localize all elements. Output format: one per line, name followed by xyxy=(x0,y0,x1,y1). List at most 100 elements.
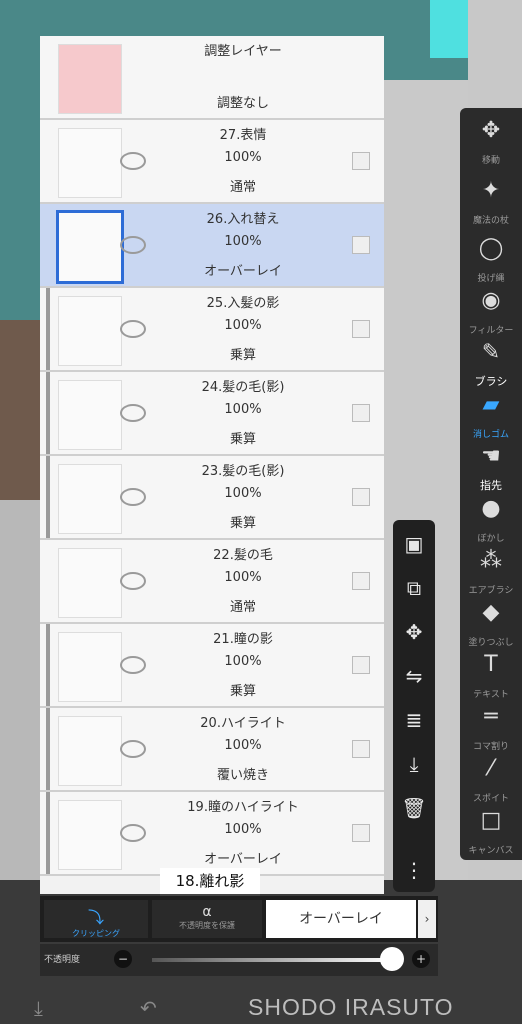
flip-layer-icon[interactable]: ⇋ xyxy=(393,656,435,696)
watermark: SHODO IRASUTO xyxy=(248,994,454,1020)
layer-checkbox[interactable] xyxy=(352,740,370,758)
clipping-button[interactable]: ⤵ クリッピング xyxy=(44,900,148,938)
clipping-indicator xyxy=(46,456,50,538)
layer-blend-mode: 乗算 xyxy=(229,348,256,363)
eye-icon[interactable] xyxy=(120,404,146,422)
layer-thumbnail xyxy=(58,464,122,534)
layer-opacity: 100% xyxy=(224,318,262,333)
fill-icon: ◆ xyxy=(482,600,500,625)
layer-thumbnail xyxy=(58,128,122,198)
protect-alpha-label: 不透明度を保護 xyxy=(179,921,235,930)
layer-blend-mode: 乗算 xyxy=(229,684,256,699)
layer-panel: 調整レイヤー 調整なし 27.表情 100% 通常 26.入れ替え 100% オ… xyxy=(40,36,384,894)
eye-icon[interactable] xyxy=(120,740,146,758)
layer-name: 19.瞳のハイライト xyxy=(187,800,299,815)
layer-row[interactable]: 19.瞳のハイライト 100% オーバーレイ xyxy=(40,792,384,876)
blur-icon: ● xyxy=(481,496,501,521)
clipping-label: クリッピング xyxy=(72,929,120,938)
layer-row[interactable]: 21.瞳の影 100% 乗算 xyxy=(40,624,384,708)
layer-checkbox[interactable] xyxy=(352,320,370,338)
opacity-slider-knob[interactable] xyxy=(380,947,404,971)
layer-row-selected[interactable]: 26.入れ替え 100% オーバーレイ xyxy=(40,204,384,288)
chevron-right-icon[interactable]: › xyxy=(418,900,436,938)
opacity-slider-track[interactable] xyxy=(152,958,392,962)
layer-blend-mode: 通常 xyxy=(229,180,256,195)
minus-icon[interactable]: − xyxy=(114,950,132,968)
drag-layer-caption: 18.離れ影 xyxy=(160,868,260,896)
layer-blend-mode: 調整なし xyxy=(216,96,269,111)
layer-row[interactable]: 22.髪の毛 100% 通常 xyxy=(40,540,384,624)
layer-thumbnail xyxy=(58,548,122,618)
layer-thumbnail xyxy=(58,800,122,870)
brush-icon: ✎ xyxy=(481,340,501,365)
move-icon: ✥ xyxy=(481,118,501,143)
layer-blend-mode: オーバーレイ xyxy=(204,852,282,867)
layer-name: 22.髪の毛 xyxy=(213,548,273,563)
magic-wand-icon: ✦ xyxy=(481,178,501,203)
plus-icon[interactable]: + xyxy=(412,950,430,968)
layer-opacity: 100% xyxy=(224,150,262,165)
layer-name: 26.入れ替え xyxy=(206,212,280,227)
layer-blend-mode: オーバーレイ xyxy=(204,264,282,279)
move-layer-icon[interactable]: ✥ xyxy=(393,612,435,652)
layer-opacity: 100% xyxy=(224,486,262,501)
eye-icon[interactable] xyxy=(120,152,146,170)
layer-row[interactable]: 24.髪の毛(影) 100% 乗算 xyxy=(40,372,384,456)
eye-icon[interactable] xyxy=(120,572,146,590)
download-icon[interactable]: ⤓ xyxy=(34,996,43,1020)
layer-blend-mode: 乗算 xyxy=(229,516,256,531)
layer-checkbox[interactable] xyxy=(352,236,370,254)
layer-row[interactable]: 23.髪の毛(影) 100% 乗算 xyxy=(40,456,384,540)
layer-opacity: 100% xyxy=(224,234,262,249)
new-layer-icon[interactable]: ▣ xyxy=(393,524,435,564)
layer-row[interactable]: 20.ハイライト 100% 覆い焼き xyxy=(40,708,384,792)
undo-icon[interactable]: ↶ xyxy=(140,996,157,1020)
opacity-control: 不透明度 − + xyxy=(40,944,438,976)
more-options-icon[interactable]: ⋮ xyxy=(393,850,435,890)
canvas-icon: □ xyxy=(480,808,502,833)
clipping-indicator xyxy=(46,288,50,370)
layer-row[interactable]: 25.入髪の影 100% 乗算 xyxy=(40,288,384,372)
eye-icon[interactable] xyxy=(120,320,146,338)
layer-row[interactable]: 調整レイヤー 調整なし xyxy=(40,36,384,120)
layer-thumbnail xyxy=(58,716,122,786)
layer-checkbox[interactable] xyxy=(352,824,370,842)
alpha-lock-icon: α xyxy=(202,904,212,920)
eye-icon[interactable] xyxy=(120,656,146,674)
layer-name: 23.髪の毛(影) xyxy=(201,464,285,479)
protect-alpha-button[interactable]: α 不透明度を保護 xyxy=(152,900,262,938)
layer-checkbox[interactable] xyxy=(352,404,370,422)
text-icon: T xyxy=(484,652,498,677)
eye-icon[interactable] xyxy=(120,236,146,254)
layer-checkbox[interactable] xyxy=(352,572,370,590)
eye-icon[interactable] xyxy=(120,824,146,842)
frame-icon: ═ xyxy=(484,704,498,729)
blend-mode-select[interactable]: オーバーレイ xyxy=(266,900,416,938)
smudge-icon: ☚ xyxy=(481,444,501,469)
opacity-label: 不透明度 xyxy=(44,955,81,965)
eye-icon[interactable] xyxy=(120,488,146,506)
tool-canvas[interactable]: □ キャンバス xyxy=(460,798,522,870)
layer-checkbox[interactable] xyxy=(352,152,370,170)
layer-thumbnail xyxy=(58,380,122,450)
merge-layer-icon[interactable]: ≣ xyxy=(393,700,435,740)
layer-blend-mode: 覆い焼き xyxy=(216,768,269,783)
airbrush-icon: ⁂ xyxy=(480,548,502,573)
layer-thumbnail xyxy=(58,44,122,114)
clipping-indicator xyxy=(46,624,50,706)
layer-checkbox[interactable] xyxy=(352,656,370,674)
tool-label: 移動 xyxy=(481,156,500,166)
tool-bar: ✥ 移動 ✦ 魔法の杖 ◯ 投げ縄 ◉ フィルター ✎ ブラシ ▰ 消しゴム ☚ 指先 ● ぼか… xyxy=(460,108,522,860)
eyedropper-icon: ⁄ xyxy=(489,756,493,781)
layer-blend-mode: 乗算 xyxy=(229,432,256,447)
layer-row[interactable]: 27.表情 100% 通常 xyxy=(40,120,384,204)
merge-down-icon[interactable]: ⤓ xyxy=(393,744,435,784)
clipping-icon: ⤵ xyxy=(87,908,104,927)
delete-layer-icon[interactable]: 🗑 xyxy=(393,788,435,828)
layer-checkbox[interactable] xyxy=(352,488,370,506)
clipping-indicator xyxy=(46,708,50,790)
clipping-indicator xyxy=(46,792,50,874)
layer-opacity: 100% xyxy=(224,570,262,585)
duplicate-layer-icon[interactable]: ⧉ xyxy=(393,568,435,608)
lasso-icon: ◯ xyxy=(478,236,504,261)
